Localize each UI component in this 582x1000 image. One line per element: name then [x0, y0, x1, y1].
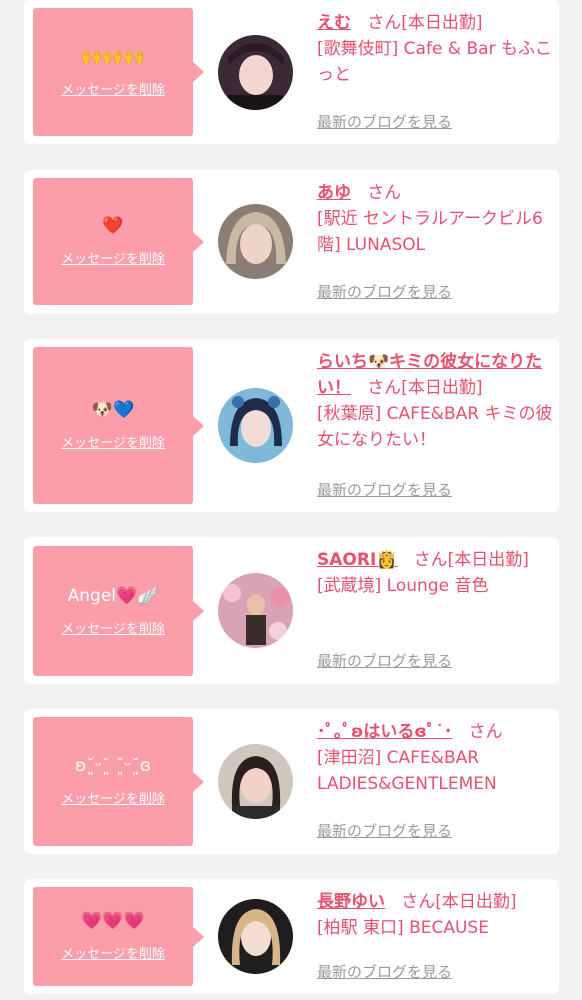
profile-info: あゆ さん [駅近 セントラルアークビル6階] LUNASOL: [317, 180, 553, 258]
avatar-image-icon: [218, 573, 293, 648]
cast-name-link[interactable]: SAORI👸: [317, 550, 397, 570]
delete-message-link[interactable]: メッセージを削除: [61, 946, 165, 963]
message-bubble: Angel💗🪽 メッセージを削除: [33, 546, 204, 676]
avatar-image-icon: [218, 204, 293, 279]
avatar[interactable]: [218, 35, 293, 110]
cast-name-link[interactable]: えむ: [317, 13, 351, 33]
message-text: Angel💗🪽: [67, 585, 159, 606]
message-card: ʚ˘͈ᵕ˘͈ ˘͈ᵕ˘͈ɞ メッセージを削除 ･ﾟ｡ﾟʚはいるɞﾟ˙･ さん […: [24, 709, 559, 854]
avatar-image-icon: [218, 744, 293, 819]
avatar[interactable]: [218, 744, 293, 819]
shop-name: [歌舞伎町] Cafe & Bar もふこっと: [317, 39, 552, 85]
message-text: 🙌🙌🙌: [81, 46, 145, 67]
message-bubble: 🙌🙌🙌 メッセージを削除: [33, 8, 204, 136]
avatar[interactable]: [218, 573, 293, 648]
profile-info: えむ さん[本日出勤] [歌舞伎町] Cafe & Bar もふこっと: [317, 10, 553, 88]
shop-name: [津田沼] CAFE&BAR LADIES&GENTLEMEN: [317, 748, 497, 794]
latest-blog-link[interactable]: 最新のブログを見る: [317, 112, 452, 132]
honorific-status: さん: [367, 183, 402, 203]
message-bubble: 🐶💙 メッセージを削除: [33, 347, 204, 504]
profile-info: SAORI👸 さん[本日出勤] [武蔵境] Lounge 音色: [317, 547, 553, 599]
profile-info: ･ﾟ｡ﾟʚはいるɞﾟ˙･ さん [津田沼] CAFE&BAR LADIES&GE…: [317, 719, 553, 797]
latest-blog-link[interactable]: 最新のブログを見る: [317, 651, 452, 671]
shop-name: [柏駅 東口] BECAUSE: [317, 918, 489, 938]
message-bubble: ❤️ メッセージを削除: [33, 178, 204, 305]
message-text: 💗💗💗: [81, 911, 145, 931]
message-bubble: ʚ˘͈ᵕ˘͈ ˘͈ᵕ˘͈ɞ メッセージを削除: [33, 717, 204, 846]
delete-message-link[interactable]: メッセージを削除: [61, 435, 165, 452]
message-text: 🐶💙: [91, 400, 135, 420]
shop-name: [武蔵境] Lounge 音色: [317, 576, 489, 596]
honorific-status: さん[本日出勤]: [367, 13, 483, 33]
message-bubble: 💗💗💗 メッセージを削除: [33, 887, 204, 986]
message-card: ❤️ メッセージを削除 あゆ さん [駅近 セントラルアークビル6階] LUNA…: [24, 170, 559, 314]
message-card: 🐶💙 メッセージを削除 らいち🐶キミの彼女になりたい！ さん[本日出勤] [秋葉…: [24, 339, 559, 512]
avatar[interactable]: [218, 204, 293, 279]
avatar-image-icon: [218, 899, 293, 974]
avatar-image-icon: [218, 388, 293, 463]
shop-name: [駅近 セントラルアークビル6階] LUNASOL: [317, 209, 543, 255]
message-list: 🙌🙌🙌 メッセージを削除 えむ さん[本日出勤] [歌舞伎町] Cafe & B…: [0, 0, 582, 1000]
message-text: ❤️: [102, 216, 124, 236]
delete-message-link[interactable]: メッセージを削除: [61, 791, 165, 808]
message-card: 💗💗💗 メッセージを削除 長野ゆい さん[本日出勤] [柏駅 東口] BECAU…: [24, 879, 559, 994]
cast-name-link[interactable]: あゆ: [317, 183, 351, 203]
avatar[interactable]: [218, 899, 293, 974]
latest-blog-link[interactable]: 最新のブログを見る: [317, 480, 452, 500]
avatar-image-icon: [218, 35, 293, 110]
latest-blog-link[interactable]: 最新のブログを見る: [317, 282, 452, 302]
cast-name-link[interactable]: 長野ゆい: [317, 892, 385, 912]
honorific-status: さん[本日出勤]: [401, 892, 517, 912]
honorific-status: さん[本日出勤]: [413, 550, 529, 570]
latest-blog-link[interactable]: 最新のブログを見る: [317, 821, 452, 841]
honorific-status: さん[本日出勤]: [367, 378, 483, 398]
delete-message-link[interactable]: メッセージを削除: [61, 251, 165, 268]
profile-info: らいち🐶キミの彼女になりたい！ さん[本日出勤] [秋葉原] CAFE&BAR …: [317, 349, 553, 453]
avatar[interactable]: [218, 388, 293, 463]
cast-name-link[interactable]: ･ﾟ｡ﾟʚはいるɞﾟ˙･: [317, 722, 452, 742]
honorific-status: さん: [468, 722, 503, 742]
message-card: Angel💗🪽 メッセージを削除 SAORI👸 さん[本日出勤] [武蔵境] L…: [24, 537, 559, 684]
shop-name: [秋葉原] CAFE&BAR キミの彼女になりたい！: [317, 404, 553, 450]
profile-info: 長野ゆい さん[本日出勤] [柏駅 東口] BECAUSE: [317, 889, 553, 941]
message-card: 🙌🙌🙌 メッセージを削除 えむ さん[本日出勤] [歌舞伎町] Cafe & B…: [24, 0, 559, 144]
latest-blog-link[interactable]: 最新のブログを見る: [317, 962, 452, 982]
message-text: ʚ˘͈ᵕ˘͈ ˘͈ᵕ˘͈ɞ: [74, 756, 152, 776]
delete-message-link[interactable]: メッセージを削除: [61, 82, 165, 99]
delete-message-link[interactable]: メッセージを削除: [61, 621, 165, 638]
